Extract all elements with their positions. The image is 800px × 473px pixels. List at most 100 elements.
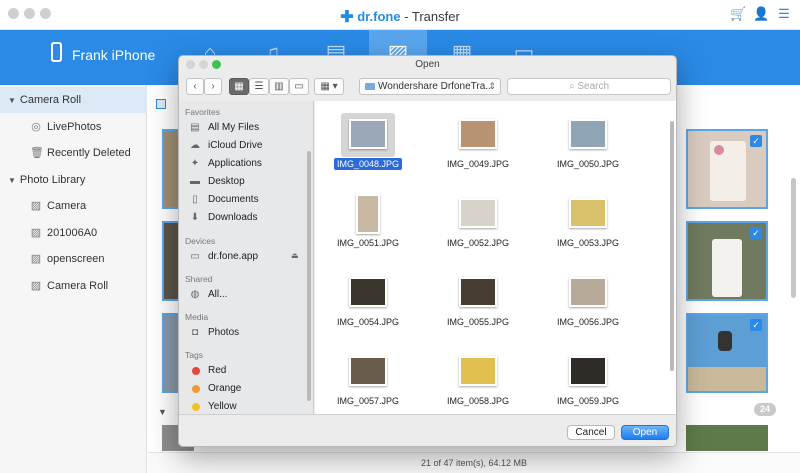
- sidebar-favorite-item[interactable]: ▤ All My Files: [189, 120, 259, 136]
- tags-heading: Tags: [185, 350, 203, 360]
- file-item[interactable]: IMG_0051.JPG: [323, 192, 413, 260]
- back-button[interactable]: ‹: [186, 78, 204, 95]
- list-view-button[interactable]: ☰: [249, 78, 269, 95]
- file-item[interactable]: IMG_0055.JPG: [433, 271, 523, 339]
- image-thumbnail: [569, 277, 607, 307]
- image-thumbnail: [569, 119, 607, 149]
- file-item[interactable]: IMG_0058.JPG: [433, 350, 523, 414]
- live-photo-icon: ◎: [31, 120, 41, 133]
- file-name: IMG_0052.JPG: [446, 238, 510, 248]
- file-name: IMG_0055.JPG: [446, 317, 510, 327]
- camera-icon: ◘: [191, 327, 199, 338]
- file-item[interactable]: IMG_0059.JPG: [543, 350, 633, 414]
- triangle-down-icon: ▼: [8, 175, 16, 185]
- sidebar-favorite-item[interactable]: ▬ Desktop: [189, 174, 245, 190]
- sidebar-item[interactable]: 🗑 Recently Deleted: [0, 140, 147, 166]
- coverflow-view-button[interactable]: ▭: [289, 78, 309, 95]
- file-item[interactable]: IMG_0057.JPG: [323, 350, 413, 414]
- image-thumbnail: [349, 277, 387, 307]
- sidebar-item-label: Camera Roll: [19, 94, 82, 106]
- sidebar-item[interactable]: ▨ Camera Roll: [0, 273, 147, 299]
- forward-button[interactable]: ›: [204, 78, 222, 95]
- eject-icon[interactable]: ⏏: [291, 251, 299, 260]
- image-thumbnail: [459, 198, 497, 228]
- sidebar-favorite-item[interactable]: ⬇ Downloads: [189, 210, 258, 226]
- drfone-logo-icon: ✚: [340, 9, 354, 26]
- checked-icon: ✓: [750, 135, 762, 147]
- file-grid-scrollbar[interactable]: [670, 121, 674, 371]
- image-thumbnail: [569, 198, 607, 228]
- favorites-heading: Favorites: [185, 107, 220, 117]
- sidebar-favorite-item[interactable]: ▯ Documents: [189, 192, 258, 208]
- desktop-icon: ▬: [190, 176, 200, 187]
- checked-icon: ✓: [750, 319, 762, 331]
- triangle-down-icon[interactable]: ▼: [158, 407, 167, 417]
- device-name: Frank iPhone: [72, 47, 156, 63]
- sidebar-favorite-item[interactable]: ✦ Applications: [189, 156, 262, 172]
- sidebar-item[interactable]: ▨ 201006A0: [0, 220, 147, 246]
- file-item[interactable]: IMG_0052.JPG: [433, 192, 523, 260]
- path-popup[interactable]: Wondershare DrfoneTra... ⇕: [359, 78, 501, 95]
- content-scrollbar[interactable]: [791, 178, 796, 298]
- account-icon[interactable]: 👤: [753, 6, 769, 22]
- documents-icon: ▯: [192, 194, 198, 205]
- file-item[interactable]: IMG_0050.JPG: [543, 113, 633, 181]
- sidebar-photos-item[interactable]: ◘ Photos: [189, 325, 239, 341]
- image-thumbnail: [349, 356, 387, 386]
- file-item[interactable]: IMG_0048.JPG: [323, 113, 413, 181]
- all-files-icon: ▤: [190, 122, 200, 133]
- sidebar-item-label: LivePhotos: [47, 120, 102, 133]
- sidebar-tag-item[interactable]: Red: [189, 363, 226, 379]
- count-badge: 24: [754, 403, 776, 416]
- column-view-button[interactable]: ▥: [269, 78, 289, 95]
- image-thumbnail: [459, 277, 497, 307]
- sidebar-favorite-item[interactable]: ☁ iCloud Drive: [189, 138, 262, 154]
- phone-icon: [51, 42, 62, 62]
- file-name: IMG_0049.JPG: [446, 159, 510, 169]
- image-icon: ▨: [30, 279, 42, 292]
- sidebar-item[interactable]: ▼ Camera Roll: [0, 87, 147, 113]
- media-heading: Media: [185, 312, 209, 322]
- downloads-icon: ⬇: [190, 212, 200, 223]
- icon-view-button[interactable]: ▦: [229, 78, 249, 95]
- file-name: IMG_0056.JPG: [556, 317, 620, 327]
- sidebar-item[interactable]: ▨ Camera: [0, 193, 147, 219]
- file-grid: IMG_0048.JPG IMG_0049.JPG IMG_0050.JPG IMG_…: [315, 101, 676, 414]
- sidebar-shared-item[interactable]: ◍ All...: [189, 287, 228, 303]
- file-item[interactable]: IMG_0049.JPG: [433, 113, 523, 181]
- image-thumbnail: [356, 194, 380, 234]
- menu-icon[interactable]: ☰: [776, 6, 792, 22]
- cart-icon[interactable]: 🛒: [730, 6, 746, 22]
- sidebar-item[interactable]: ▼ Photo Library: [0, 167, 147, 193]
- dialog-sidebar-scrollbar[interactable]: [307, 151, 311, 401]
- open-button[interactable]: Open: [621, 425, 669, 440]
- file-item[interactable]: IMG_0053.JPG: [543, 192, 633, 260]
- photo-thumb[interactable]: ✓: [686, 313, 768, 393]
- photo-thumb[interactable]: ✓: [686, 129, 768, 209]
- arrange-button[interactable]: ▦ ▾: [314, 78, 344, 95]
- image-thumbnail: [349, 119, 387, 149]
- photo-thumb[interactable]: ✓: [686, 221, 768, 301]
- chevron-updown-icon: ⇕: [488, 81, 496, 91]
- search-input[interactable]: ⌕ Search: [507, 78, 671, 95]
- sidebar-tag-item[interactable]: Orange: [189, 381, 241, 397]
- tag-color-icon: [192, 403, 200, 411]
- drive-icon: ▭: [190, 251, 200, 262]
- cancel-button[interactable]: Cancel: [567, 425, 615, 440]
- image-thumbnail: [569, 356, 607, 386]
- sidebar-item-label: Recently Deleted: [47, 147, 131, 159]
- file-name: IMG_0058.JPG: [446, 396, 510, 406]
- sidebar-item[interactable]: ◎ LivePhotos: [0, 114, 147, 140]
- applications-icon: ✦: [190, 158, 200, 169]
- image-icon: ▨: [30, 200, 42, 212]
- file-item[interactable]: IMG_0056.JPG: [543, 271, 633, 339]
- select-all-checkbox[interactable]: [156, 99, 166, 109]
- file-name: IMG_0059.JPG: [556, 396, 620, 406]
- file-item[interactable]: IMG_0054.JPG: [323, 271, 413, 339]
- sidebar-tag-item[interactable]: Yellow: [189, 399, 237, 414]
- dialog-title: Open: [415, 59, 440, 70]
- sidebar-item-label: openscreen: [47, 253, 105, 265]
- sidebar-device-item[interactable]: ▭ dr.fone.app: [189, 249, 258, 265]
- photo-thumb[interactable]: [686, 425, 768, 451]
- sidebar-item[interactable]: ▨ openscreen: [0, 246, 147, 272]
